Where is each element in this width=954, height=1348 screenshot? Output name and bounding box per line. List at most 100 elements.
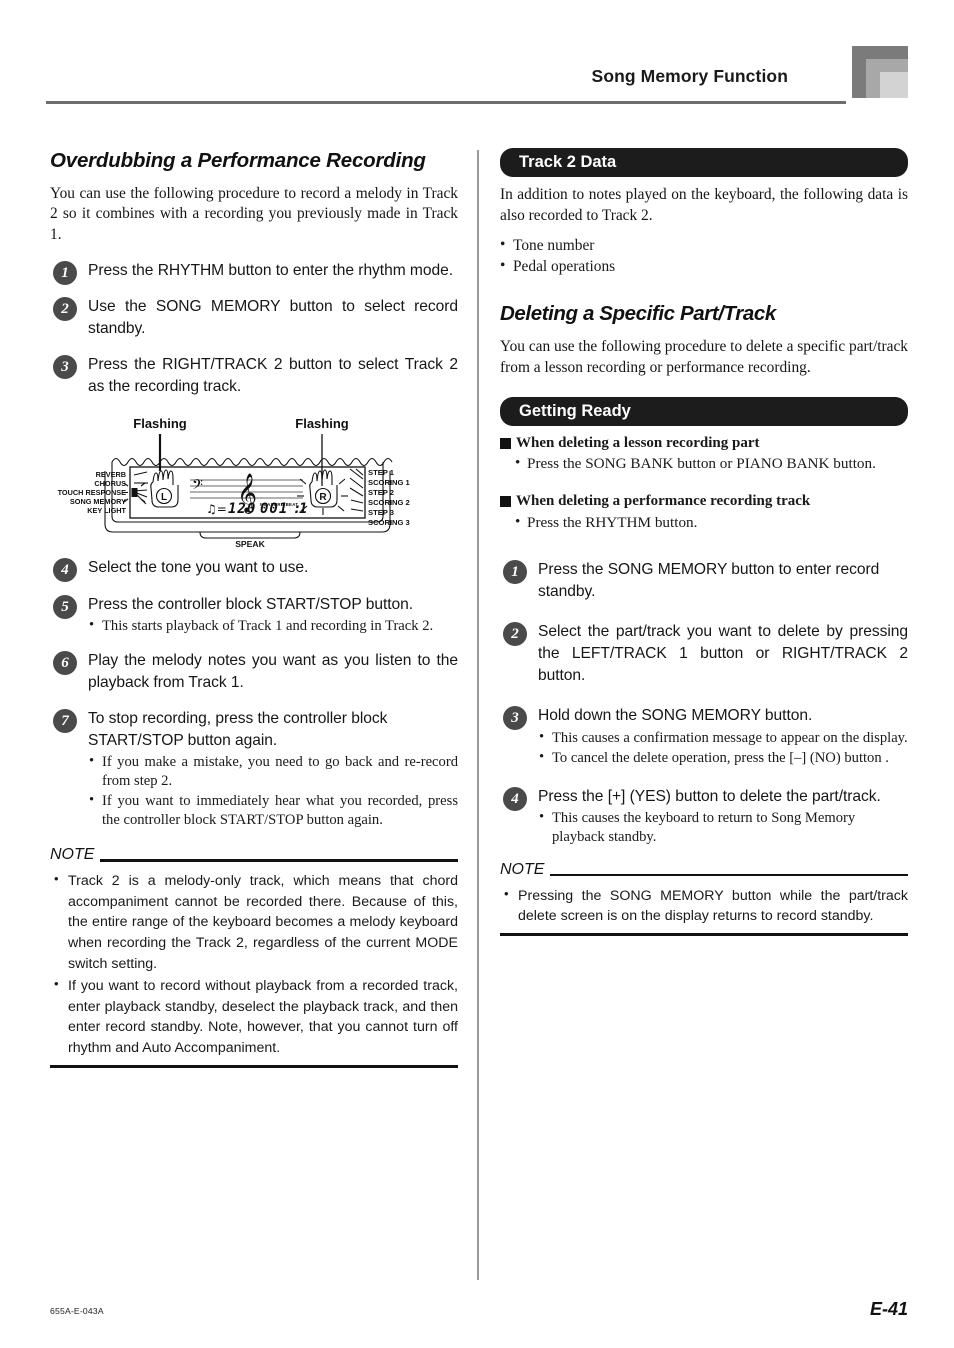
ready-heading: When deleting a lesson recording part	[500, 434, 908, 454]
pill-heading-getting-ready: Getting Ready	[500, 396, 908, 426]
indicator-label-touch-response: TOUCH RESPONSE	[58, 488, 127, 497]
step-number-badge: 3	[53, 355, 77, 380]
step-text: Hold down the SONG MEMORY button.	[538, 707, 813, 725]
bass-clef-glyph: 𝄢	[192, 477, 203, 497]
ready-heading-text: When deleting a lesson recording part	[516, 434, 760, 451]
step-number-badge: 1	[503, 559, 527, 584]
overdubbing-intro: You can use the following procedure to r…	[50, 184, 458, 244]
indicator-label-step-3: STEP 3	[368, 508, 394, 517]
step-text: To stop recording, press the controller …	[88, 710, 388, 750]
note-bottom-rule	[50, 1064, 458, 1068]
step-text: Use the SONG MEMORY button to select rec…	[88, 297, 458, 338]
list-item: Pedal operations	[500, 256, 908, 277]
document-code: 655A-E-043A	[50, 1306, 104, 1316]
corner-block-icon	[852, 46, 908, 98]
left-column: Overdubbing a Performance Recording You …	[50, 148, 458, 1068]
ready-block: When deleting a lesson recording part Pr…	[500, 434, 908, 475]
step-bullet-list: If you make a mistake, you need to go ba…	[88, 752, 458, 830]
step-number-badge: 7	[53, 709, 77, 733]
step-item: 4 Select the tone you want to use.	[50, 557, 458, 583]
ready-heading-text: When deleting a performance recording tr…	[516, 493, 811, 510]
header-rule	[46, 101, 846, 104]
section-title-overdubbing: Overdubbing a Performance Recording	[50, 149, 426, 172]
note-item: Pressing the SONG MEMORY button while th…	[500, 885, 908, 927]
overdubbing-steps: 1 Press the RHYTHM button to enter the r…	[50, 260, 458, 830]
step-number-badge: 6	[53, 650, 77, 675]
step-number-badge: 5	[53, 594, 77, 619]
square-bullet-icon	[500, 437, 511, 449]
note-top-rule	[50, 859, 458, 862]
deleting-intro: You can use the following procedure to d…	[500, 338, 908, 376]
step-text: Select the part/track you want to delete…	[538, 623, 908, 685]
document-page: Song Memory Function Overdubbing a Perfo…	[0, 0, 954, 1348]
speak-label: SPEAK	[235, 539, 265, 547]
page-header: Song Memory Function	[46, 46, 908, 108]
metronome-icon: ♫=	[206, 502, 227, 516]
left-hand-label: L	[161, 492, 167, 503]
right-column: Track 2 Data In addition to notes played…	[500, 148, 908, 936]
indicator-label-scoring-3: SCORING 3	[368, 518, 410, 527]
note-item: Track 2 is a melody-only track, which me…	[50, 870, 458, 974]
beat-value: 1	[299, 501, 307, 517]
step-item: 2 Use the SONG MEMORY button to select r…	[50, 296, 458, 340]
step-item: 3 Hold down the SONG MEMORY button. This…	[500, 705, 908, 767]
step-text: Press the SONG MEMORY button to enter re…	[538, 560, 880, 600]
note-heading: NOTE	[500, 860, 908, 881]
step-item: 2 Select the part/track you want to dele…	[500, 621, 908, 687]
note-item: If you want to record without playback f…	[50, 975, 458, 1058]
step-item: 5 Press the controller block START/STOP …	[50, 594, 458, 636]
step-bullet: This causes the keyboard to return to So…	[538, 808, 908, 847]
deleting-steps: 1 Press the SONG MEMORY button to enter …	[500, 559, 908, 847]
page-number: E-41	[869, 1299, 908, 1319]
note-label: NOTE	[50, 846, 101, 864]
step-bullet-list: This starts playback of Track 1 and reco…	[88, 616, 458, 636]
ready-block: When deleting a performance recording tr…	[500, 492, 908, 533]
note-label: NOTE	[500, 860, 551, 878]
pill-heading-track-2-data: Track 2 Data	[500, 148, 908, 178]
note-heading: NOTE	[50, 846, 458, 866]
ready-bullet: Press the SONG BANK button or PIANO BANK…	[500, 453, 908, 474]
step-item: 6 Play the melody notes you want as you …	[50, 650, 458, 694]
step-text: Select the tone you want to use.	[88, 559, 309, 577]
flashing-label-left: Flashing	[133, 416, 187, 431]
step-bullet: To cancel the delete operation, press th…	[538, 748, 908, 768]
step-text: Press the controller block START/STOP bu…	[88, 595, 414, 613]
note-top-rule	[500, 873, 908, 877]
indicator-label-song-memory: SONG MEMORY	[70, 497, 126, 506]
indicator-label-scoring-1: SCORING 1	[368, 478, 411, 487]
step-text: Press the [+] (YES) button to delete the…	[538, 787, 881, 805]
step-item: 3 Press the RIGHT/TRACK 2 button to sele…	[50, 354, 458, 398]
step-number-badge: 3	[503, 706, 527, 731]
step-item: 7 To stop recording, press the controlle…	[50, 708, 458, 830]
ready-heading: When deleting a performance recording tr…	[500, 492, 908, 512]
step-number-badge: 4	[503, 786, 527, 811]
flashing-label-right: Flashing	[295, 416, 349, 431]
note-block-right: NOTE Pressing the SONG MEMORY button whi…	[500, 860, 908, 936]
step-number-badge: 1	[53, 260, 77, 285]
note-block-left: NOTE Track 2 is a melody-only track, whi…	[50, 846, 458, 1068]
note-list: Pressing the SONG MEMORY button while th…	[500, 885, 908, 927]
track-2-data-list: Tone number Pedal operations	[500, 235, 908, 277]
tempo-value: 120	[228, 501, 256, 517]
column-divider	[477, 150, 479, 1280]
indicator-label-step-1: STEP 1	[368, 468, 395, 477]
list-item: Tone number	[500, 235, 908, 256]
page-footer: 655A-E-043A E-41	[50, 1299, 908, 1325]
step-text: Press the RIGHT/TRACK 2 button to select…	[88, 356, 458, 396]
step-bullet: This starts playback of Track 1 and reco…	[88, 616, 458, 636]
step-item: 1 Press the RHYTHM button to enter the r…	[50, 260, 458, 285]
step-number-badge: 4	[53, 558, 77, 583]
right-hand-label: R	[319, 492, 327, 503]
page-title: Song Memory Function	[591, 66, 788, 86]
step-item: 4 Press the [+] (YES) button to delete t…	[500, 786, 908, 847]
indicator-label-chorus: CHORUS	[94, 479, 126, 488]
indicator-label-key-light: KEY LIGHT	[87, 506, 126, 515]
indicator-label-reverb: REVERB	[96, 470, 126, 479]
indicator-label-step-2: STEP 2	[368, 488, 394, 497]
step-text: Press the RHYTHM button to enter the rhy…	[88, 261, 454, 279]
note-bottom-rule	[500, 932, 908, 936]
ready-bullet: Press the RHYTHM button.	[500, 512, 908, 533]
step-bullet: If you make a mistake, you need to go ba…	[88, 752, 458, 791]
step-bullet-list: This causes the keyboard to return to So…	[538, 808, 908, 847]
step-text: Play the melody notes you want as you li…	[88, 651, 458, 691]
